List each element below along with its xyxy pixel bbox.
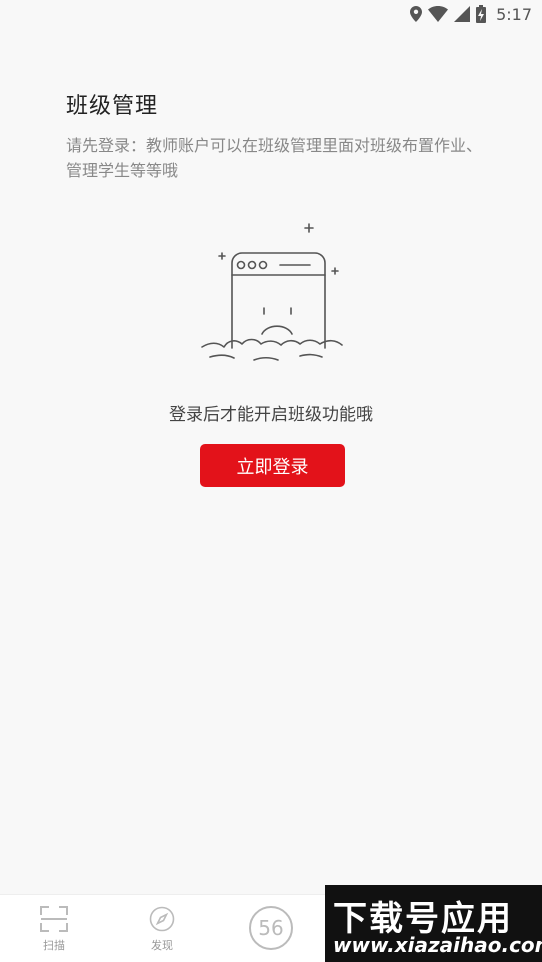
empty-state-message: 登录后才能开启班级功能哦 bbox=[169, 405, 373, 425]
status-bar: 5:17 bbox=[0, 0, 542, 28]
signal-icon bbox=[454, 6, 471, 22]
status-time: 5:17 bbox=[496, 4, 532, 24]
battery-charging-icon bbox=[476, 5, 487, 23]
page-title: 班级管理 bbox=[66, 94, 159, 119]
nav-label-discover: 发现 bbox=[151, 938, 173, 952]
login-button[interactable]: 立即登录 bbox=[200, 444, 345, 487]
app-logo-56-icon: 56 bbox=[248, 905, 294, 954]
nav-item-home[interactable]: 56 bbox=[245, 895, 297, 962]
scan-icon bbox=[40, 905, 68, 935]
nav-label-scan: 扫描 bbox=[43, 938, 65, 952]
watermark-url: www.xiazaihao.com bbox=[333, 933, 542, 957]
nav-item-scan[interactable]: 扫描 bbox=[30, 895, 78, 962]
watermark: 下载号应用 www.xiazaihao.com bbox=[325, 885, 542, 962]
compass-icon bbox=[149, 906, 175, 935]
page-description: 请先登录：教师账户可以在班级管理里面对班级布置作业、管理学生等等哦 bbox=[66, 136, 483, 180]
nav-item-discover[interactable]: 发现 bbox=[138, 895, 186, 962]
location-icon bbox=[410, 6, 423, 22]
sad-browser-icon bbox=[196, 220, 352, 370]
svg-text:56: 56 bbox=[258, 916, 283, 940]
wifi-icon bbox=[428, 6, 449, 22]
